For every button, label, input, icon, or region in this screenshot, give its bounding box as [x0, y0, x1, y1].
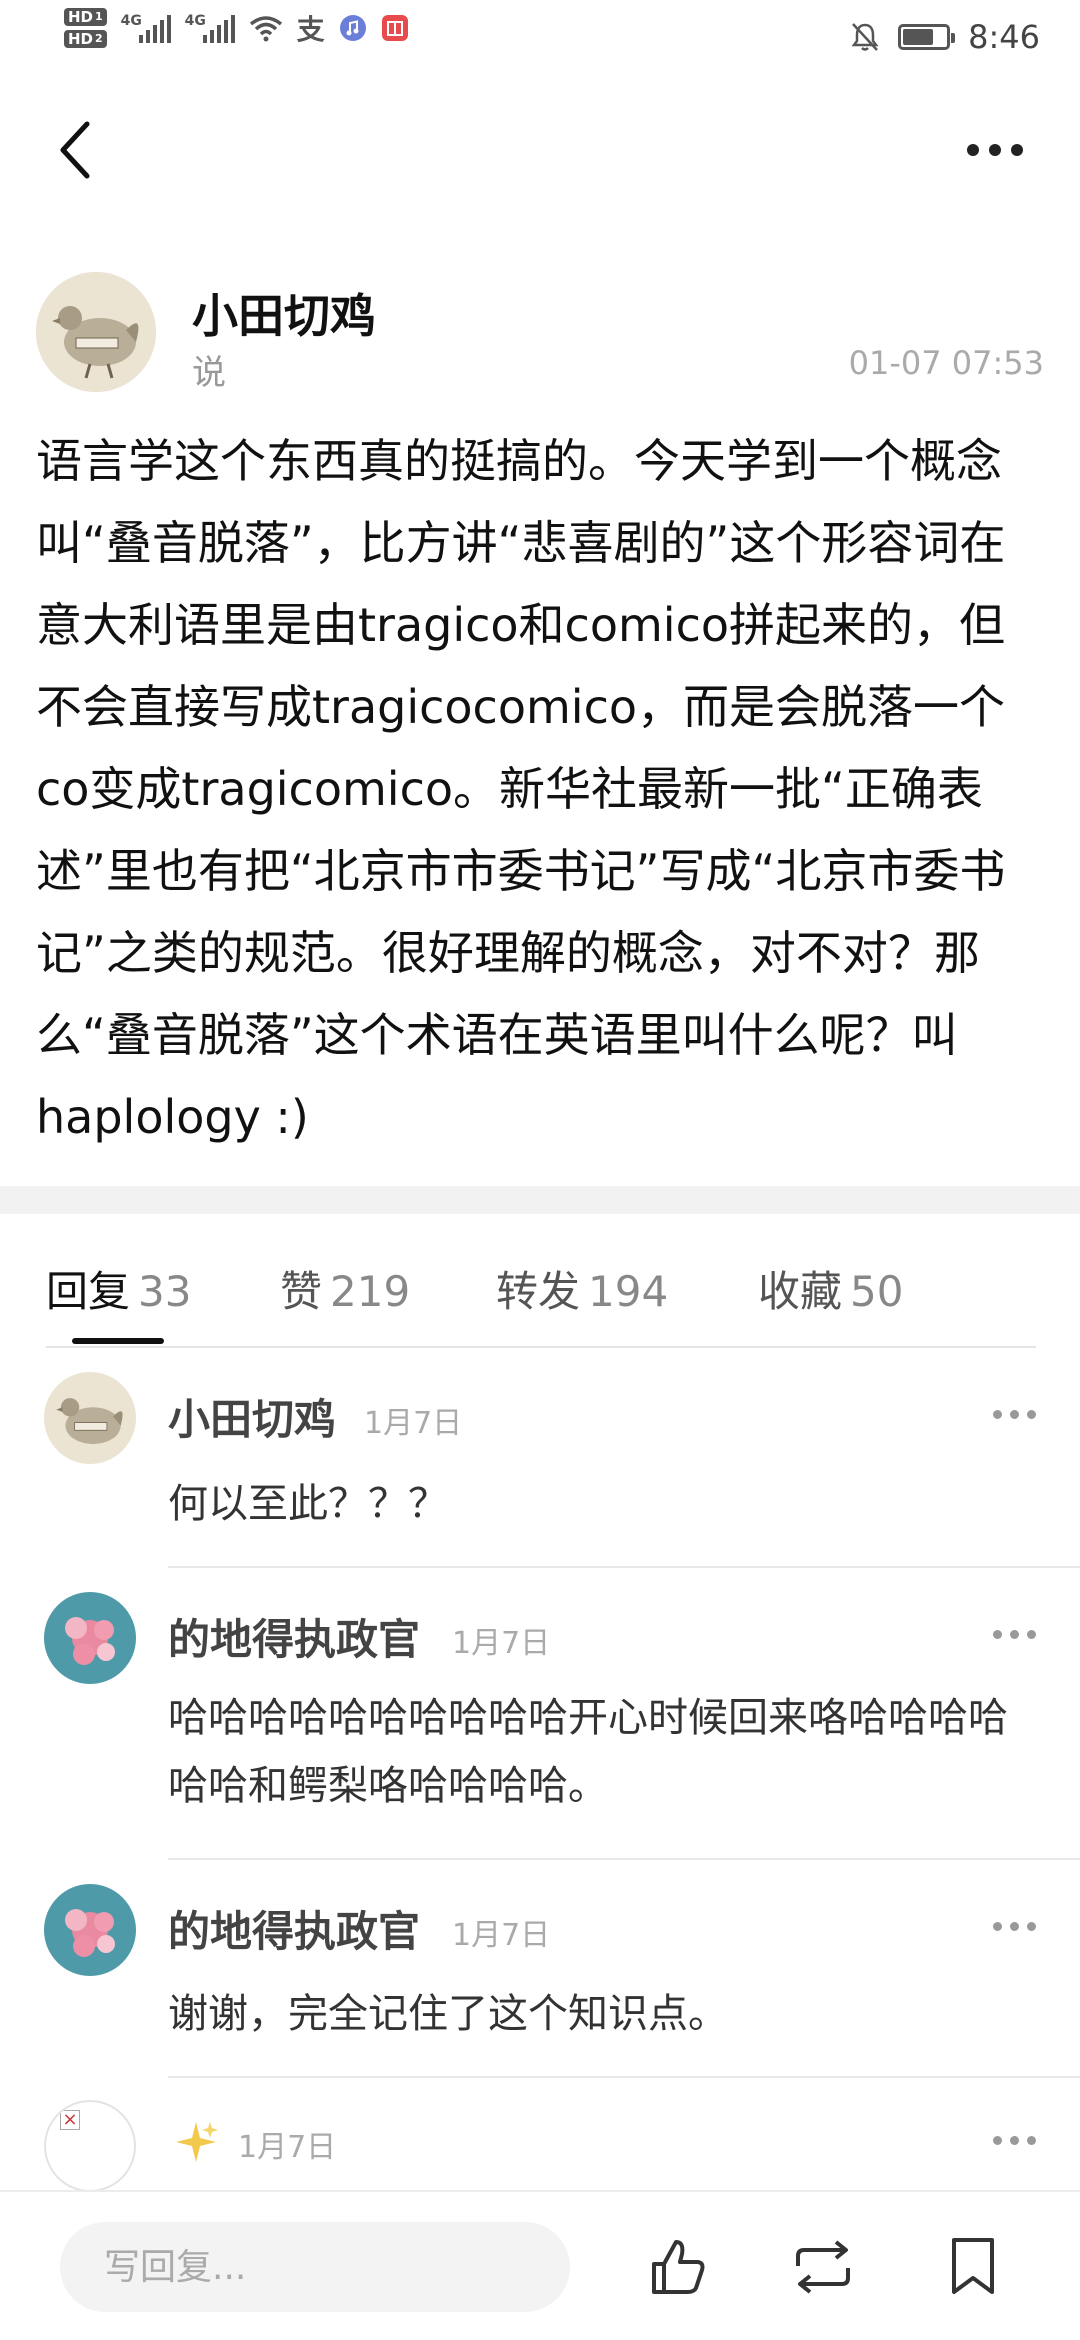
more-dots-icon: [967, 144, 979, 156]
tab-reposts-label: 转发: [496, 1267, 581, 1316]
chicken-avatar-image: [44, 1372, 136, 1464]
status-bar: HD 1 HD 2 4G 4G 支 8:46: [0, 0, 1080, 80]
hd-indicators: HD 1 HD 2: [64, 8, 107, 48]
flower-avatar-image: [44, 1884, 136, 1976]
alipay-icon: 支: [296, 13, 325, 46]
broken-image-icon: ×: [60, 2110, 80, 2130]
hd1-badge: HD 1: [64, 8, 107, 26]
bookmark-icon: [952, 2238, 994, 2294]
tab-likes-count: 219: [330, 1267, 411, 1316]
status-right: 8:46: [850, 18, 1040, 56]
top-nav: [0, 95, 1080, 205]
author-name[interactable]: 小田切鸡: [192, 280, 376, 346]
author-action-label: 说: [192, 353, 226, 393]
tab-reposts-count: 194: [588, 1267, 669, 1316]
signal-icon-2: 4G: [185, 13, 235, 43]
commenter-name[interactable]: 的地得执政官: [168, 1898, 420, 1959]
more-dot: [1027, 1630, 1036, 1639]
tab-likes-label: 赞: [280, 1267, 323, 1316]
comment-divider: [168, 2076, 1080, 2078]
bottom-action-bar: [0, 2190, 1080, 2340]
tab-active-indicator: [72, 1338, 164, 1344]
author-avatar[interactable]: [36, 272, 156, 392]
like-icon: [652, 2240, 705, 2294]
tab-favorites-label: 收藏: [758, 1267, 843, 1316]
like-button[interactable]: [642, 2232, 712, 2302]
more-dots-icon: [993, 1410, 1002, 1419]
battery-icon: [898, 24, 956, 50]
tab-replies[interactable]: 回复 33: [46, 1258, 191, 1319]
bookmark-button[interactable]: [938, 2232, 1008, 2302]
wifi-icon: [249, 16, 282, 42]
tab-favorites-count: 50: [850, 1267, 904, 1316]
music-icon: [339, 15, 366, 41]
flower-avatar-image: [44, 1592, 136, 1684]
more-dot: [1027, 2136, 1036, 2145]
comment-date: 1月7日: [452, 1626, 551, 1661]
status-time: 8:46: [968, 18, 1040, 56]
more-dots-icon: [993, 2136, 1002, 2145]
comment-text: 谢谢，完全记住了这个知识点。: [168, 1991, 728, 2037]
commenter-avatar[interactable]: [44, 1592, 136, 1684]
repost-button[interactable]: [788, 2232, 858, 2302]
comment-date: 1月7日: [238, 2130, 337, 2165]
more-dot: [1010, 1922, 1019, 1931]
tab-replies-count: 33: [138, 1267, 192, 1316]
tab-bar: 回复 33 赞 219 转发 194 收藏 50: [0, 1214, 1080, 1346]
comment-date: 1月7日: [452, 1918, 551, 1953]
more-button[interactable]: [950, 115, 1040, 185]
tab-favorites[interactable]: 收藏 50: [758, 1258, 903, 1319]
hd2-badge: HD 2: [64, 30, 107, 48]
reply-input[interactable]: [60, 2222, 570, 2312]
commenter-avatar[interactable]: [44, 1884, 136, 1976]
comment-divider: [168, 1858, 1080, 1860]
tab-likes[interactable]: 赞 219: [280, 1258, 410, 1319]
comment-more-button[interactable]: [993, 1630, 1036, 1639]
more-dot: [989, 144, 1001, 156]
commenter-name[interactable]: 的地得执政官: [168, 1606, 420, 1667]
more-dot: [1027, 1922, 1036, 1931]
post-body: 语言学这个东西真的挺搞的。今天学到一个概念叫“叠音脱落”，比方讲“悲喜剧的”这个…: [36, 434, 1006, 1144]
repost-icon: [796, 2240, 850, 2294]
mute-bell-icon: [851, 23, 879, 51]
comment-date: 1月7日: [364, 1406, 463, 1441]
signal-icon: 4G: [121, 13, 171, 43]
status-left: HD 1 HD 2 4G 4G 支: [64, 8, 409, 48]
commenter-name[interactable]: 小田切鸡: [168, 1386, 336, 1447]
comment-more-button[interactable]: [993, 2136, 1036, 2145]
comment-divider: [168, 1566, 1080, 1568]
comment-more-button[interactable]: [993, 1922, 1036, 1931]
book-app-icon: [381, 15, 408, 41]
more-dots-icon: [993, 1630, 1002, 1639]
tab-replies-label: 回复: [46, 1267, 131, 1316]
more-dot: [1010, 2136, 1019, 2145]
sparkle-icon: [176, 2122, 218, 2162]
back-chevron-icon: [60, 121, 90, 179]
post-timestamp: 01-07 07:53: [848, 344, 1044, 382]
more-dot: [1010, 1630, 1019, 1639]
more-dot: [1010, 1410, 1019, 1419]
tabs-divider: [46, 1346, 1036, 1348]
back-button[interactable]: [30, 105, 120, 195]
comment-text: 哈哈哈哈哈哈哈哈哈哈开心时候回来咯哈哈哈哈哈哈和鳄梨咯哈哈哈哈。: [168, 1695, 1008, 1809]
comment-text: 何以至此？？？: [168, 1481, 448, 1527]
more-dot: [1011, 144, 1023, 156]
more-dots-icon: [993, 1922, 1002, 1931]
more-dot: [1027, 1410, 1036, 1419]
commenter-avatar[interactable]: ×: [44, 2100, 136, 2192]
tab-reposts[interactable]: 转发 194: [496, 1258, 668, 1319]
chicken-avatar-image: [36, 272, 156, 392]
commenter-avatar[interactable]: [44, 1372, 136, 1464]
comment-more-button[interactable]: [993, 1410, 1036, 1419]
section-divider: [0, 1186, 1080, 1214]
